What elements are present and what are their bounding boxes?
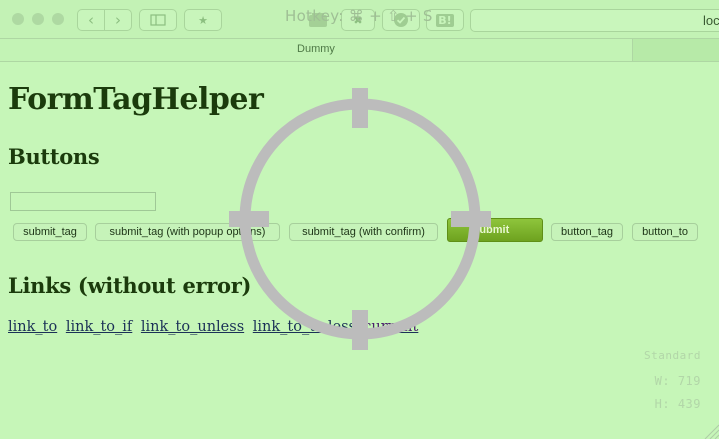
buttons-heading: Buttons [8, 144, 100, 169]
submit-tag-button[interactable]: submit_tag [13, 223, 87, 241]
sidebar-icon [150, 14, 166, 26]
tab-dummy[interactable]: Dummy [0, 43, 632, 55]
address-bar[interactable]: loc [470, 9, 719, 32]
page-title: FormTagHelper [8, 82, 264, 117]
button-to-button[interactable]: button_to [632, 223, 698, 241]
zoom-window-icon[interactable] [52, 13, 64, 25]
back-icon[interactable]: ‹ [80, 10, 102, 30]
forward-icon[interactable]: › [107, 10, 129, 30]
address-text: loc [703, 13, 719, 28]
minimize-window-icon[interactable] [32, 13, 44, 25]
text-field[interactable] [10, 192, 156, 211]
star-icon: ★ [198, 13, 208, 27]
link-to-unless-current-suffix: current [363, 319, 419, 335]
tab-empty[interactable] [632, 39, 719, 61]
page-content: FormTagHelper Buttons submit_tag submit_… [0, 62, 719, 439]
resize-handle-icon[interactable] [701, 421, 719, 439]
link-to-unless[interactable]: link_to_unless [141, 319, 244, 335]
link-to-unless-current-link[interactable]: link_to_unless_current [253, 319, 419, 335]
window-width-label: W: 719 [654, 374, 701, 388]
browser-toolbar: ‹ › ★ ✖ B! Hotkey: ⌘ + ⇧ + S loc [0, 0, 719, 38]
sidebar-button[interactable] [139, 9, 177, 31]
close-window-icon[interactable] [12, 13, 24, 25]
link-to-unless-current-prefix: link_to_unless [252, 319, 357, 335]
segment-divider [104, 9, 105, 31]
tab-bar: Dummy [0, 38, 719, 62]
b-logo-icon: B! [436, 13, 454, 27]
links-heading: Links (without error) [8, 273, 252, 298]
link-to-if[interactable]: link_to_if [66, 319, 132, 335]
window-preset-label: Standard [644, 349, 701, 362]
window-height-label: H: 439 [654, 397, 701, 411]
button-tag-button[interactable]: button_tag [551, 223, 623, 241]
links-row: link_to link_to_if link_to_unless link_t… [8, 319, 418, 335]
submit-button[interactable]: Submit [447, 218, 543, 242]
bookmarks-button[interactable]: ★ [184, 9, 222, 31]
hotkey-overlay-text: Hotkey: ⌘ + ⇧ + S [285, 7, 433, 25]
submit-tag-confirm-button[interactable]: submit_tag (with confirm) [289, 223, 438, 241]
submit-tag-popup-button[interactable]: submit_tag (with popup options) [95, 223, 280, 241]
link-to[interactable]: link_to [8, 319, 57, 335]
